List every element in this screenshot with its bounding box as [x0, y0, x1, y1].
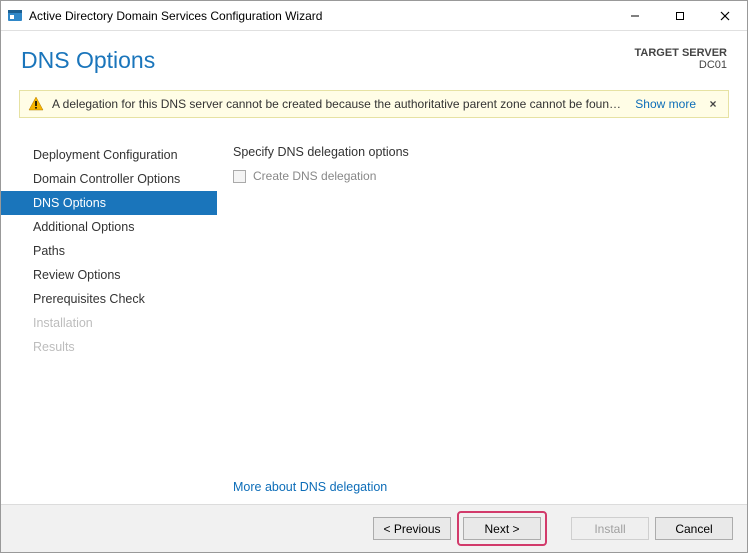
create-dns-delegation-checkbox[interactable] [233, 170, 246, 183]
titlebar: Active Directory Domain Services Configu… [1, 1, 747, 31]
section-label: Specify DNS delegation options [233, 145, 727, 159]
next-button-highlight: Next > [457, 511, 547, 546]
step-prerequisites-check[interactable]: Prerequisites Check [1, 287, 217, 311]
close-button[interactable] [702, 1, 747, 30]
target-server-label: TARGET SERVER [635, 47, 728, 59]
window-title: Active Directory Domain Services Configu… [29, 9, 612, 23]
content-pane: Specify DNS delegation options Create DN… [217, 139, 747, 504]
window-controls [612, 1, 747, 30]
footer: < Previous Next > Install Cancel [1, 504, 747, 552]
warning-text: A delegation for this DNS server cannot … [52, 97, 625, 111]
target-server-block: TARGET SERVER DC01 [635, 47, 728, 71]
warning-show-more-link[interactable]: Show more [635, 97, 696, 111]
maximize-button[interactable] [657, 1, 702, 30]
step-review-options[interactable]: Review Options [1, 263, 217, 287]
minimize-button[interactable] [612, 1, 657, 30]
target-server-name: DC01 [635, 59, 728, 71]
wizard-steps-sidebar: Deployment Configuration Domain Controll… [1, 139, 217, 504]
create-dns-delegation-row: Create DNS delegation [233, 169, 727, 183]
create-dns-delegation-label: Create DNS delegation [253, 169, 376, 183]
next-button[interactable]: Next > [463, 517, 541, 540]
step-dns-options[interactable]: DNS Options [1, 191, 217, 215]
warning-close-icon[interactable]: × [706, 97, 720, 111]
main: Deployment Configuration Domain Controll… [1, 139, 747, 504]
warning-icon [28, 96, 44, 112]
step-additional-options[interactable]: Additional Options [1, 215, 217, 239]
previous-button[interactable]: < Previous [373, 517, 451, 540]
header: DNS Options TARGET SERVER DC01 [1, 31, 747, 90]
warning-bar: A delegation for this DNS server cannot … [19, 90, 729, 118]
step-domain-controller-options[interactable]: Domain Controller Options [1, 167, 217, 191]
page-title: DNS Options [21, 47, 155, 74]
cancel-button[interactable]: Cancel [655, 517, 733, 540]
step-deployment-configuration[interactable]: Deployment Configuration [1, 143, 217, 167]
app-icon [7, 8, 23, 24]
more-about-link[interactable]: More about DNS delegation [233, 480, 387, 494]
step-results: Results [1, 335, 217, 359]
install-button: Install [571, 517, 649, 540]
step-installation: Installation [1, 311, 217, 335]
step-paths[interactable]: Paths [1, 239, 217, 263]
